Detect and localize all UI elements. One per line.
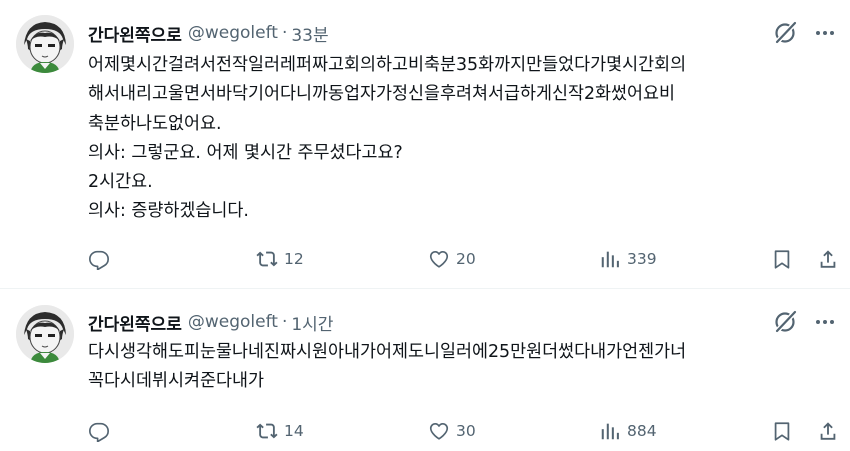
more-dots-icon[interactable] xyxy=(814,313,836,331)
tweet-text-line: 의사: 그렇군요. 어제 몇시간 주무셨다고요? xyxy=(88,142,403,163)
tweet-text-line: 축분하나도없어요. xyxy=(88,113,222,134)
retweet-icon xyxy=(256,423,278,439)
views-bar-icon xyxy=(601,423,619,440)
like-button[interactable]: 20 xyxy=(428,246,476,272)
tweet-header: 간다왼쪽으로 @wegoleft · 1시간 xyxy=(88,310,333,335)
avatar-illustration xyxy=(16,305,74,363)
retweet-count: 12 xyxy=(284,250,304,268)
bookmark-icon xyxy=(774,422,790,441)
reply-button[interactable] xyxy=(88,418,116,444)
grok-icon[interactable] xyxy=(773,309,799,335)
tweet-text: 다시생각해도피눈물나네진짜시원아내가어제도니일러에25만원더썼다내가언젠가너 꼭… xyxy=(88,338,840,397)
author-handle[interactable]: @wegoleft xyxy=(188,312,278,332)
retweet-icon xyxy=(256,251,278,267)
views-count: 884 xyxy=(627,422,657,440)
action-bar: 14 30 884 xyxy=(86,418,842,444)
like-count: 30 xyxy=(456,422,476,440)
tweet[interactable]: 간다왼쪽으로 @wegoleft · 1시간 다시생각해도피눈물나네진짜시원아내… xyxy=(0,289,850,451)
retweet-button[interactable]: 12 xyxy=(256,246,304,272)
retweet-button[interactable]: 14 xyxy=(256,418,304,444)
tweet-text-line: 어제몇시간걸려서전작일러레퍼짜고회의하고비축분35화까지만들었다가몇시간회의 xyxy=(88,55,687,75)
action-bar: 12 20 339 xyxy=(86,246,842,272)
separator-dot: · xyxy=(281,312,288,332)
share-icon xyxy=(820,250,836,268)
views-button[interactable]: 884 xyxy=(599,418,657,444)
avatar[interactable] xyxy=(16,305,74,363)
views-button[interactable]: 339 xyxy=(599,246,657,272)
reply-icon xyxy=(89,422,109,442)
more-dots-icon[interactable] xyxy=(814,24,836,42)
tweet-text-line: 2시간요. xyxy=(88,172,153,193)
reply-icon xyxy=(89,250,109,270)
avatar[interactable] xyxy=(16,15,74,73)
share-icon xyxy=(820,422,836,440)
retweet-count: 14 xyxy=(284,422,304,440)
tweet-text-line: 의사: 증량하겠습니다. xyxy=(88,201,249,222)
like-button[interactable]: 30 xyxy=(428,418,476,444)
author-name[interactable]: 간다왼쪽으로 xyxy=(88,21,182,46)
reply-button[interactable] xyxy=(88,246,116,272)
views-bar-icon xyxy=(601,251,619,268)
tweet[interactable]: 간다왼쪽으로 @wegoleft · 33분 어제몇시간걸려서전작일러레퍼짜고회… xyxy=(0,0,850,289)
heart-icon xyxy=(429,251,449,268)
author-name[interactable]: 간다왼쪽으로 xyxy=(88,310,182,335)
separator-dot: · xyxy=(281,23,288,43)
like-count: 20 xyxy=(456,250,476,268)
timestamp[interactable]: 1시간 xyxy=(291,310,333,335)
tweet-text-line: 다시생각해도피눈물나네진짜시원아내가어제도니일러에25만원더썼다내가언젠가너 xyxy=(88,342,687,362)
share-button[interactable] xyxy=(817,246,839,272)
avatar-illustration xyxy=(16,15,74,73)
timestamp[interactable]: 33분 xyxy=(291,21,328,46)
author-handle[interactable]: @wegoleft xyxy=(188,23,278,43)
heart-icon xyxy=(429,423,449,440)
grok-icon[interactable] xyxy=(773,20,799,46)
bookmark-icon xyxy=(774,250,790,269)
views-count: 339 xyxy=(627,250,657,268)
tweet-text-line: 해서내리고울면서바닥기어다니까동업자가정신을후려쳐서급하게신작2화썼어요비 xyxy=(88,84,676,105)
tweet-text-line: 꼭다시데뷔시켜준다내가 xyxy=(88,371,264,392)
tweet-header: 간다왼쪽으로 @wegoleft · 33분 xyxy=(88,21,329,46)
bookmark-button[interactable] xyxy=(771,418,793,444)
bookmark-button[interactable] xyxy=(771,246,793,272)
tweet-text: 어제몇시간걸려서전작일러레퍼짜고회의하고비축분35화까지만들었다가몇시간회의 해… xyxy=(88,51,840,227)
share-button[interactable] xyxy=(817,418,839,444)
